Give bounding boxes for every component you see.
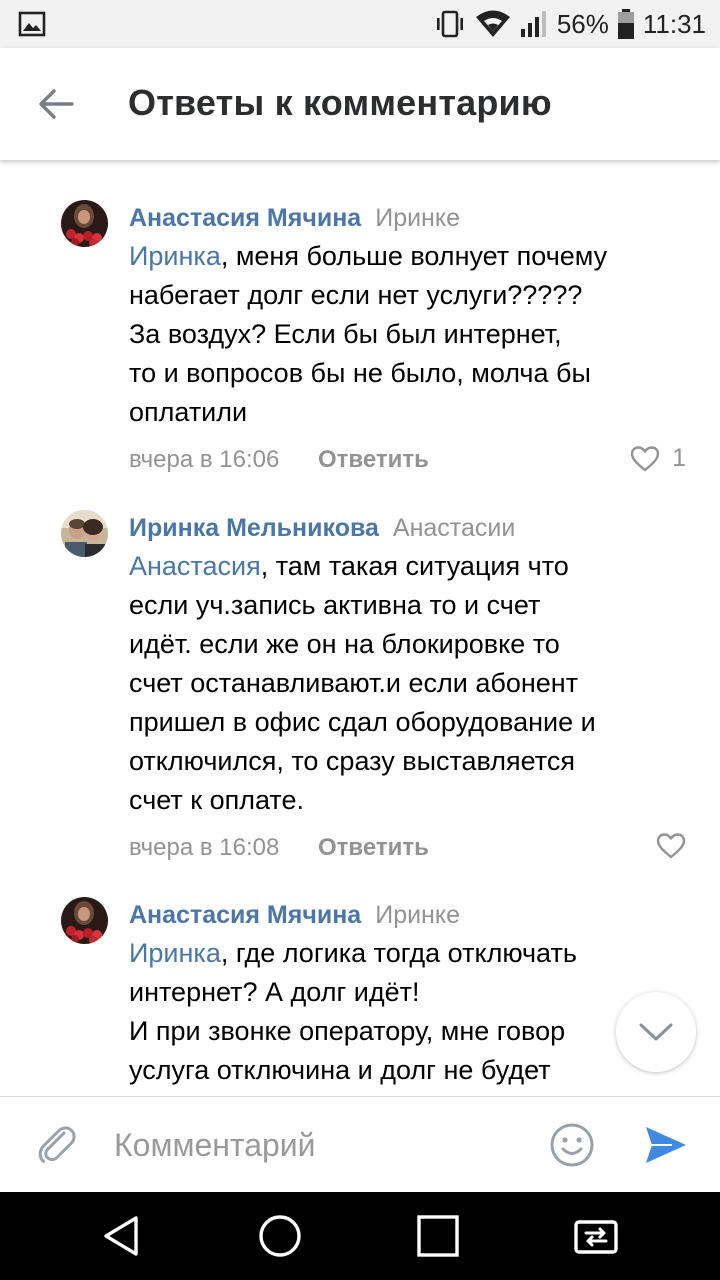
comment-text: Анастасия, там такая ситуация что если у… (129, 547, 699, 820)
heart-icon (630, 445, 660, 471)
avatar[interactable] (61, 200, 108, 247)
clock: 11:31 (642, 8, 706, 39)
home-circle-icon[interactable] (256, 1212, 304, 1260)
wifi-icon (475, 10, 510, 37)
send-icon[interactable] (642, 1121, 690, 1169)
comments-list[interactable]: Анастасия Мячина Иринке Иринка, меня боль… (0, 160, 720, 1096)
author-name[interactable]: Анастасия Мячина (129, 901, 361, 929)
comment-composer (0, 1096, 720, 1192)
comment-time: вчера в 16:06 (129, 446, 280, 473)
comment-content: Иринка Мельникова Анастасии Анастасия, та… (129, 510, 699, 868)
mention-link[interactable]: Иринка (129, 241, 221, 271)
vibrate-icon (436, 10, 463, 38)
comment-meta: вчера в 16:06 Ответить 1 (129, 440, 699, 480)
comment-meta: вчера в 16:08 Ответить (129, 828, 699, 868)
paperclip-icon[interactable] (34, 1121, 80, 1167)
back-triangle-icon[interactable] (98, 1212, 146, 1260)
comment-content: Анастасия Мячина Иринке Иринка, где логик… (129, 897, 699, 1090)
comment-input[interactable] (114, 1123, 514, 1167)
comment-text: Иринка, меня больше волнует почему набег… (129, 237, 699, 432)
author-name[interactable]: Иринка Мельникова (129, 514, 379, 542)
reply-button[interactable]: Ответить (318, 834, 429, 862)
scroll-down-button[interactable] (616, 992, 696, 1072)
recents-square-icon[interactable] (414, 1212, 462, 1260)
heart-icon (656, 833, 686, 859)
system-nav-bar (0, 1192, 720, 1280)
mention-link[interactable]: Иринка (129, 938, 221, 968)
author-name[interactable]: Анастасия Мячина (129, 204, 361, 232)
reply-button[interactable]: Ответить (318, 446, 429, 474)
battery-percent: 56% (556, 8, 609, 39)
reply-to[interactable]: Иринке (375, 204, 460, 232)
battery-icon (617, 9, 634, 39)
like-button[interactable] (656, 832, 686, 860)
comment-time: вчера в 16:08 (129, 834, 280, 861)
comment-body: , там такая ситуация что если уч.запись … (129, 551, 596, 815)
comment-header: Иринка Мельникова Анастасии (129, 510, 699, 546)
like-count: 1 (672, 444, 686, 472)
smile-icon[interactable] (548, 1121, 596, 1169)
arrow-left-icon[interactable] (34, 82, 78, 126)
page-title: Ответы к комментарию (128, 82, 552, 123)
status-bar: 56% 11:31 (0, 0, 720, 48)
comment-content: Анастасия Мячина Иринке Иринка, меня боль… (129, 200, 699, 480)
like-button[interactable]: 1 (630, 444, 686, 473)
avatar[interactable] (61, 510, 108, 557)
chevron-down-icon (639, 1023, 673, 1041)
reply-to[interactable]: Иринке (375, 901, 460, 929)
signal-icon (520, 11, 546, 37)
reply-to[interactable]: Анастасии (393, 514, 515, 542)
app-bar: Ответы к комментарию (0, 48, 720, 160)
avatar[interactable] (61, 897, 108, 944)
comment-text: Иринка, где логика тогда отключать интер… (129, 934, 699, 1090)
switch-app-icon[interactable] (572, 1212, 620, 1260)
comment-header: Анастасия Мячина Иринке (129, 200, 699, 236)
screen: 56% 11:31 Ответы к комментарию Анастасия… (0, 0, 720, 1280)
gallery-icon (18, 11, 46, 37)
mention-link[interactable]: Анастасия (129, 551, 261, 581)
comment-header: Анастасия Мячина Иринке (129, 897, 699, 933)
status-icons: 56% 11:31 (433, 0, 706, 48)
